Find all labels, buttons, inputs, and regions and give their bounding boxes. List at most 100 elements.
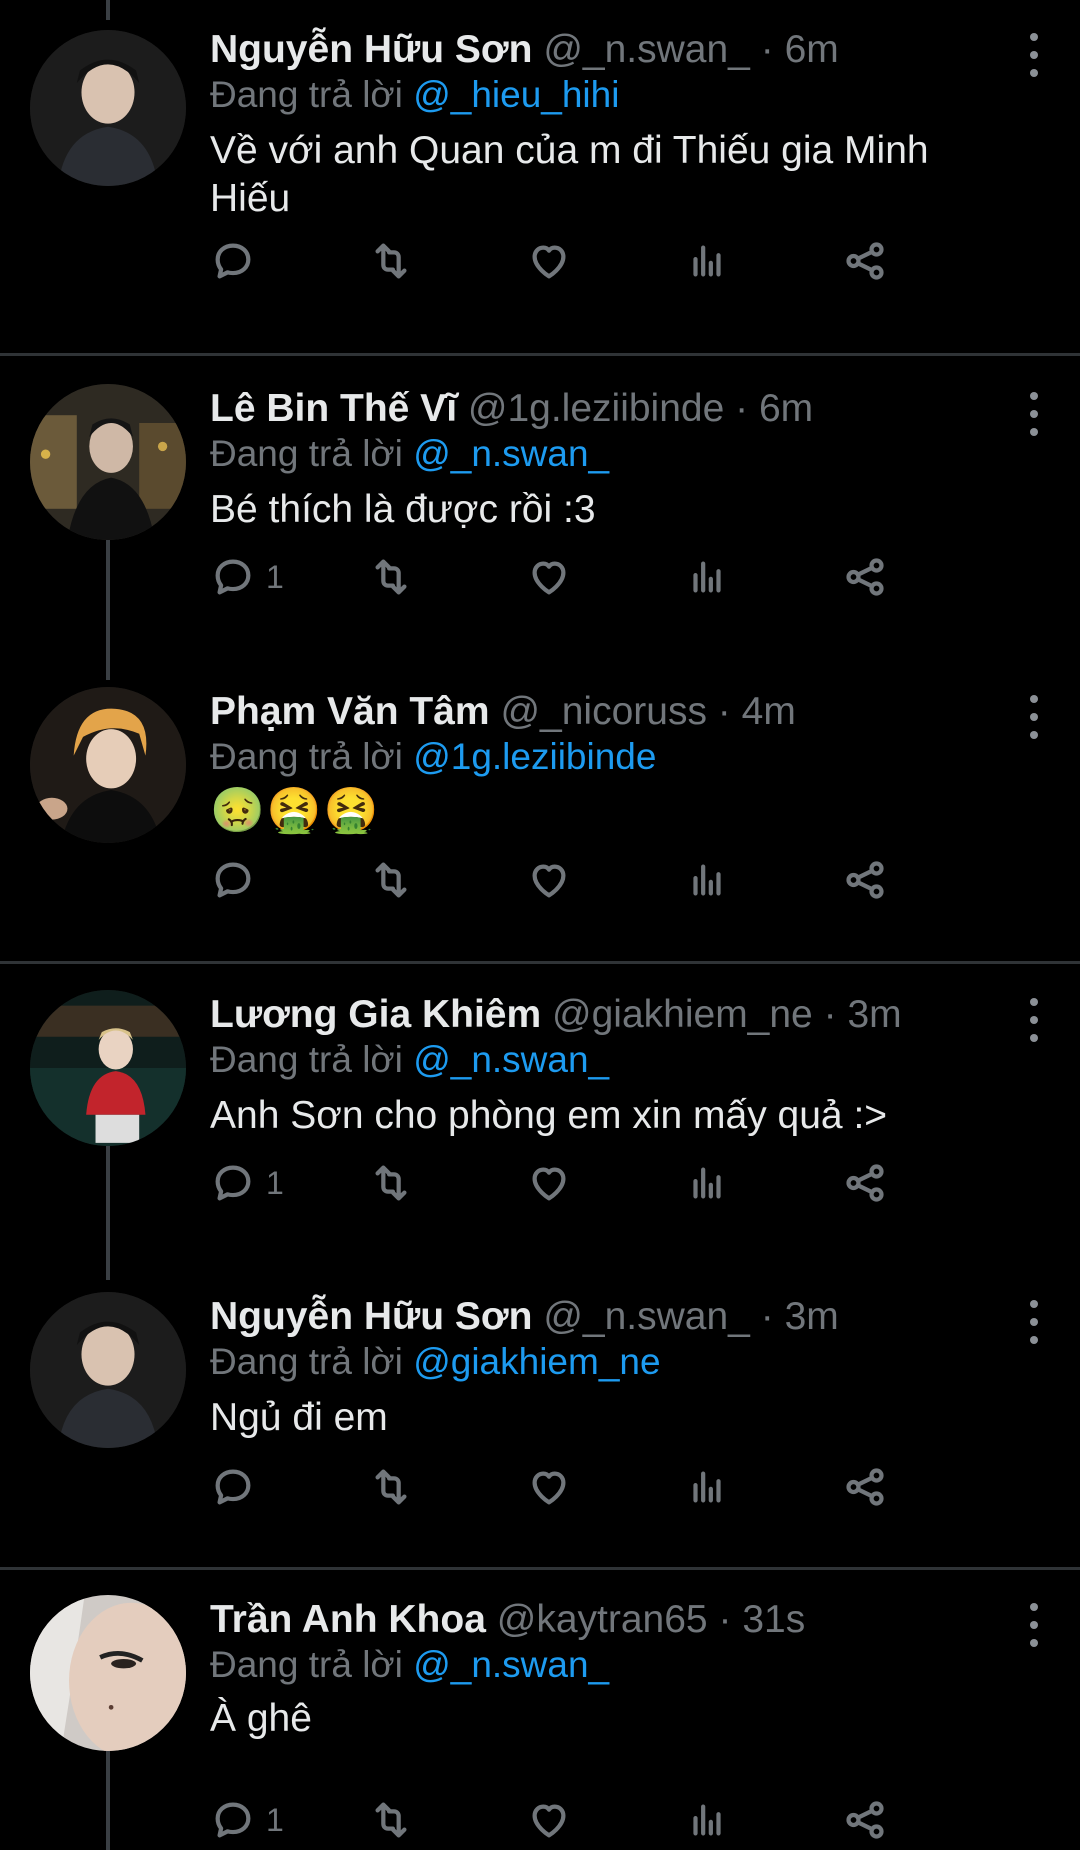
replying-to-label: Đang trả lời — [210, 1341, 403, 1382]
more-vertical-icon[interactable] — [1024, 392, 1044, 436]
share-button[interactable] — [842, 236, 888, 286]
views-button[interactable] — [684, 1795, 730, 1845]
avatar[interactable] — [30, 687, 186, 843]
share-button[interactable] — [842, 552, 888, 602]
timestamp[interactable]: 6m — [759, 387, 813, 430]
replying-to-label: Đang trả lời — [210, 74, 403, 115]
like-button[interactable] — [526, 855, 572, 905]
replying-to: Đang trả lời @_n.swan_ — [210, 1641, 609, 1689]
display-name[interactable]: Nguyễn Hữu Sơn — [210, 28, 532, 71]
like-button[interactable] — [526, 552, 572, 602]
more-vertical-icon[interactable] — [1024, 1603, 1044, 1647]
user-handle[interactable]: @1g.leziibinde — [468, 387, 724, 430]
views-button[interactable] — [684, 1462, 730, 1512]
tweet-text: Về với anh Quan của m đi Thiếu gia Minh … — [210, 127, 1030, 223]
share-button[interactable] — [842, 1795, 888, 1845]
mention-link[interactable]: @_n.swan_ — [413, 1644, 609, 1685]
like-button[interactable] — [526, 1462, 572, 1512]
like-button[interactable] — [526, 1795, 572, 1845]
retweet-button[interactable] — [368, 1795, 414, 1845]
user-handle[interactable]: @kaytran65 — [497, 1598, 708, 1641]
display-name[interactable]: Lương Gia Khiêm — [210, 993, 541, 1036]
more-vertical-icon[interactable] — [1024, 695, 1044, 739]
separator-dot: · — [760, 1295, 774, 1338]
timestamp[interactable]: 3m — [847, 993, 901, 1036]
timestamp[interactable]: 3m — [785, 1295, 839, 1338]
avatar[interactable] — [30, 30, 186, 186]
mention-link[interactable]: @_n.swan_ — [413, 433, 609, 474]
mention-link[interactable]: @_n.swan_ — [413, 1039, 609, 1080]
views-button[interactable] — [684, 1158, 730, 1208]
replying-to: Đang trả lời @_n.swan_ — [210, 1036, 609, 1084]
more-vertical-icon[interactable] — [1024, 33, 1044, 77]
share-button[interactable] — [842, 855, 888, 905]
replying-to: Đang trả lời @_hieu_hihi — [210, 71, 619, 119]
user-handle[interactable]: @_nicoruss — [500, 690, 707, 733]
timestamp[interactable]: 31s — [742, 1598, 805, 1641]
user-handle[interactable]: @_n.swan_ — [543, 28, 750, 71]
more-vertical-icon[interactable] — [1024, 1300, 1044, 1344]
tweet-actions: 1 — [210, 1158, 1030, 1208]
views-button[interactable] — [684, 552, 730, 602]
views-button[interactable] — [684, 236, 730, 286]
separator-dot: · — [823, 993, 837, 1036]
share-icon — [846, 1468, 884, 1506]
retweet-button[interactable] — [368, 236, 414, 286]
reply-count: 1 — [266, 1164, 284, 1201]
display-name[interactable]: Phạm Văn Tâm — [210, 690, 490, 733]
more-vertical-icon[interactable] — [1024, 998, 1044, 1042]
tweet[interactable]: Trần Anh Khoa @kaytran65 · 31s Đang trả … — [0, 1595, 1080, 1850]
views-button[interactable] — [684, 855, 730, 905]
avatar[interactable] — [30, 384, 186, 540]
reply-button[interactable]: 1 — [210, 1158, 284, 1208]
avatar[interactable] — [30, 1595, 186, 1751]
tweet[interactable]: Nguyễn Hữu Sơn @_n.swan_ · 3m Đang trả l… — [0, 1292, 1080, 1562]
replying-to: Đang trả lời @_n.swan_ — [210, 430, 609, 478]
replying-to-label: Đang trả lời — [210, 1644, 403, 1685]
reply-count: 1 — [266, 1801, 284, 1838]
share-button[interactable] — [842, 1462, 888, 1512]
user-handle[interactable]: @giakhiem_ne — [552, 993, 813, 1036]
tweet[interactable]: Lê Bin Thế Vĩ @1g.leziibinde · 6m Đang t… — [0, 384, 1080, 674]
reply-button[interactable] — [210, 236, 266, 286]
avatar[interactable] — [30, 1292, 186, 1448]
timestamp[interactable]: 4m — [742, 690, 796, 733]
retweet-button[interactable] — [368, 1462, 414, 1512]
retweet-icon — [375, 862, 407, 898]
display-name[interactable]: Lê Bin Thế Vĩ — [210, 387, 457, 430]
mention-link[interactable]: @giakhiem_ne — [413, 1341, 660, 1382]
avatar[interactable] — [30, 990, 186, 1146]
display-name[interactable]: Trần Anh Khoa — [210, 1598, 486, 1641]
tweet[interactable]: Phạm Văn Tâm @_nicoruss · 4m Đang trả lờ… — [0, 687, 1080, 957]
like-button[interactable] — [526, 236, 572, 286]
reply-icon — [215, 1802, 251, 1838]
tweet-actions — [210, 236, 1030, 286]
reply-button[interactable] — [210, 855, 266, 905]
retweet-icon — [375, 243, 407, 279]
reply-icon — [215, 243, 251, 279]
retweet-button[interactable] — [368, 855, 414, 905]
tweet-header: Phạm Văn Tâm @_nicoruss · 4m — [210, 687, 990, 737]
heart-icon — [532, 1804, 566, 1838]
retweet-button[interactable] — [368, 1158, 414, 1208]
share-icon — [846, 1164, 884, 1202]
tweet-header: Nguyễn Hữu Sơn @_n.swan_ · 6m — [210, 25, 990, 75]
reply-button[interactable]: 1 — [210, 1795, 284, 1845]
tweet-header: Trần Anh Khoa @kaytran65 · 31s — [210, 1595, 990, 1645]
replying-to: Đang trả lời @1g.leziibinde — [210, 733, 656, 781]
display-name[interactable]: Nguyễn Hữu Sơn — [210, 1295, 532, 1338]
reply-button[interactable]: 1 — [210, 552, 284, 602]
mention-link[interactable]: @1g.leziibinde — [413, 736, 656, 777]
tweet[interactable]: Nguyễn Hữu Sơn @_n.swan_ · 6m Đang trả l… — [0, 25, 1080, 355]
retweet-button[interactable] — [368, 552, 414, 602]
like-button[interactable] — [526, 1158, 572, 1208]
reply-icon — [215, 559, 251, 595]
user-handle[interactable]: @_n.swan_ — [543, 1295, 750, 1338]
tweet-text-line: À ghê — [210, 1697, 312, 1740]
reply-button[interactable] — [210, 1462, 266, 1512]
tweet[interactable]: Lương Gia Khiêm @giakhiem_ne · 3m Đang t… — [0, 990, 1080, 1260]
mention-link[interactable]: @_hieu_hihi — [413, 74, 619, 115]
share-button[interactable] — [842, 1158, 888, 1208]
timestamp[interactable]: 6m — [785, 28, 839, 71]
tweet-header: Lê Bin Thế Vĩ @1g.leziibinde · 6m — [210, 384, 990, 434]
